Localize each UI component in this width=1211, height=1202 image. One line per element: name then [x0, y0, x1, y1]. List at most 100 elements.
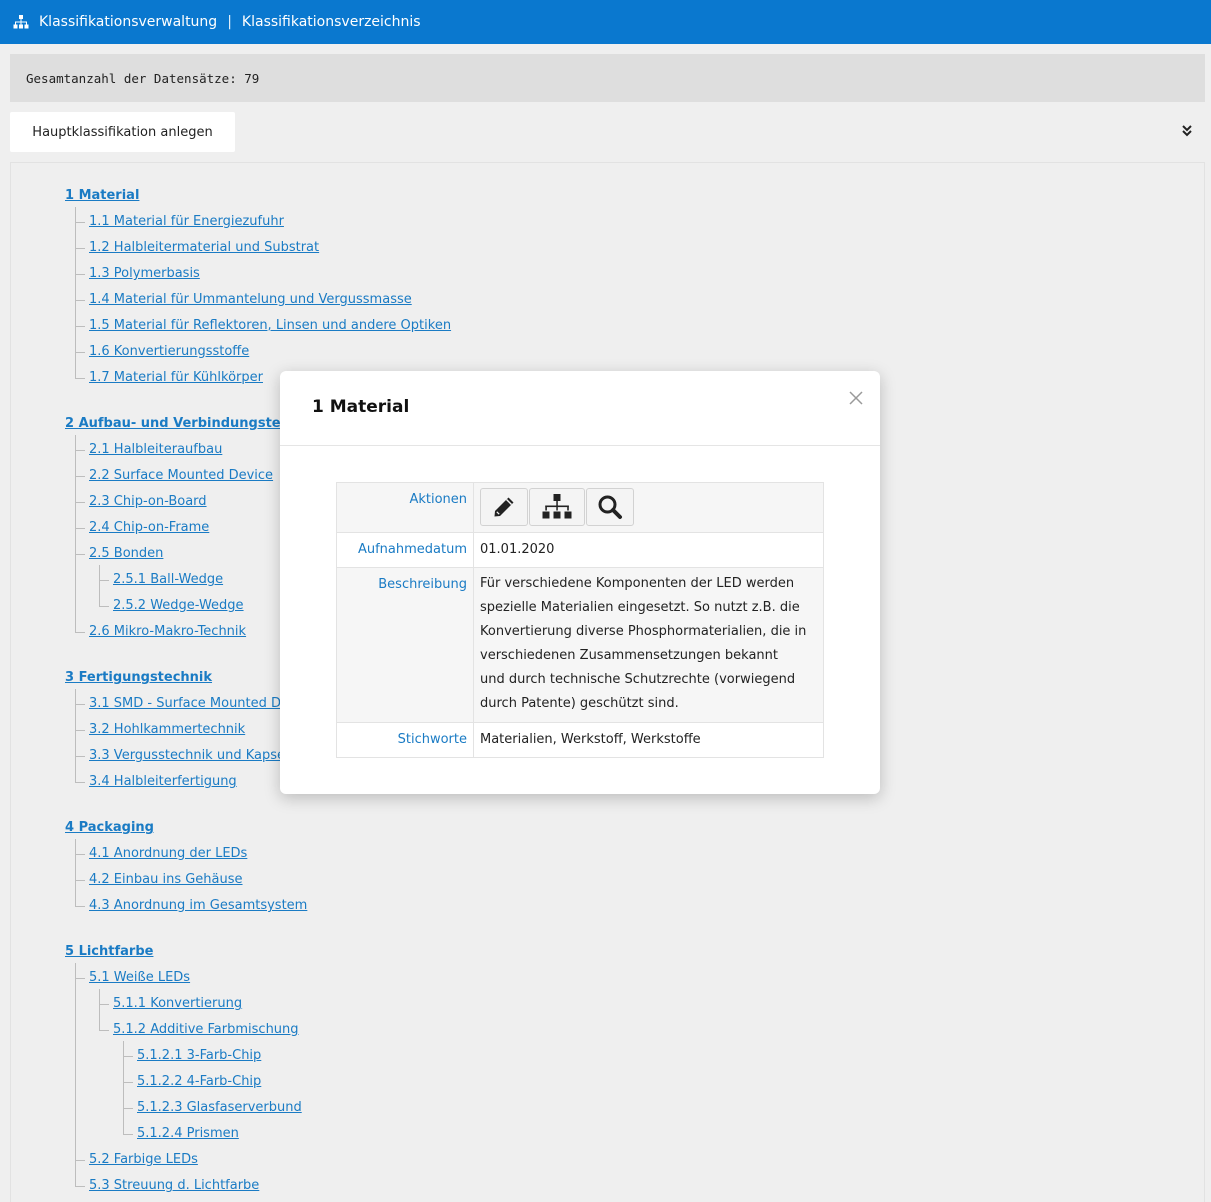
tree-item-5-1-1[interactable]: 5.1.1 Konvertierung: [113, 995, 242, 1013]
tree-connector: [75, 476, 85, 477]
description-line: durch Patente) geschützt sind.: [480, 696, 679, 711]
tree-connector: [75, 854, 85, 855]
tree-connector: [75, 756, 85, 757]
tree-item-5[interactable]: 5 Lichtfarbe: [65, 943, 153, 961]
total-records-bar: Gesamtanzahl der Datensätze: 79: [10, 54, 1205, 102]
detail-row-keywords: Stichworte Materialien, Werkstoff, Werks…: [336, 722, 824, 758]
description-line: Für verschiedene Komponenten der LED wer…: [480, 576, 795, 591]
tree-connector: [123, 1134, 133, 1135]
search-button[interactable]: [586, 488, 634, 526]
tree-item-3-1[interactable]: 3.1 SMD - Surface Mounted De: [89, 695, 289, 713]
tree-item-2[interactable]: 2 Aufbau- und Verbindungstech: [65, 415, 298, 433]
description-line: spezielle Materialien eingesetzt. So nut…: [480, 600, 800, 615]
tree-item-3[interactable]: 3 Fertigungstechnik: [65, 669, 212, 687]
classification-detail-modal: 1 Material Aktionen Aufnahmedatum 01.01.…: [280, 371, 880, 794]
tree-item-2-4[interactable]: 2.4 Chip-on-Frame: [89, 519, 209, 537]
tree-item-2-1[interactable]: 2.1 Halbleiteraufbau: [89, 441, 222, 459]
tree-connector: [75, 274, 85, 275]
tree-item-2-5-1[interactable]: 2.5.1 Ball-Wedge: [113, 571, 223, 589]
tree-connector: [75, 222, 85, 223]
tree-item-5-1-2-1[interactable]: 5.1.2.1 3-Farb-Chip: [137, 1047, 261, 1065]
tree-item-5-1-2-3[interactable]: 5.1.2.3 Glasfaserverbund: [137, 1099, 302, 1117]
breadcrumb-separator: |: [227, 14, 232, 30]
double-chevron-down-icon[interactable]: [1181, 124, 1193, 138]
tree-connector: [75, 1186, 85, 1187]
tree-item-5-1-2-2[interactable]: 5.1.2.2 4-Farb-Chip: [137, 1073, 261, 1091]
tree-connector: [75, 730, 85, 731]
tree-connector: [99, 606, 109, 607]
tree-connector: [75, 839, 76, 907]
tree-connector: [75, 528, 85, 529]
tree-item-4-2[interactable]: 4.2 Einbau ins Gehäuse: [89, 871, 243, 889]
tree-item-1-1[interactable]: 1.1 Material für Energiezufuhr: [89, 213, 284, 231]
tree-connector: [75, 963, 76, 1187]
keywords-value: Materialien, Werkstoff, Werkstoffe: [473, 722, 824, 758]
tree-item-3-4[interactable]: 3.4 Halbleiterfertigung: [89, 773, 237, 791]
keywords-label: Stichworte: [336, 722, 474, 758]
description-label: Beschreibung: [336, 567, 474, 723]
modal-divider: [280, 445, 880, 446]
tree-connector: [75, 1160, 85, 1161]
date-label: Aufnahmedatum: [336, 532, 474, 568]
tree-connector: [75, 300, 85, 301]
tree-item-3-3[interactable]: 3.3 Vergusstechnik und Kapse: [89, 747, 285, 765]
hierarchy-button[interactable]: [529, 488, 585, 526]
tree-connector: [75, 880, 85, 881]
create-main-classification-button[interactable]: Hauptklassifikation anlegen: [10, 112, 235, 152]
tree-item-2-5[interactable]: 2.5 Bonden: [89, 545, 163, 563]
tree-item-3-2[interactable]: 3.2 Hohlkammertechnik: [89, 721, 245, 739]
tree-connector: [75, 704, 85, 705]
tree-connector: [123, 1056, 133, 1057]
tree-connector: [75, 632, 85, 633]
actions-label: Aktionen: [336, 482, 474, 533]
tree-connector: [75, 352, 85, 353]
tree-connector: [99, 1004, 109, 1005]
detail-row-actions: Aktionen: [336, 482, 824, 533]
tree-connector: [75, 326, 85, 327]
description-line: verschiedenen Zusammensetzungen bekannt: [480, 648, 778, 663]
tree-connector: [99, 1030, 109, 1031]
tree-item-1-2[interactable]: 1.2 Halbleitermaterial und Substrat: [89, 239, 319, 257]
tree-connector: [75, 207, 76, 379]
tree-item-5-1-2-4[interactable]: 5.1.2.4 Prismen: [137, 1125, 239, 1143]
tree-item-1[interactable]: 1 Material: [65, 187, 139, 205]
tree-item-4-1[interactable]: 4.1 Anordnung der LEDs: [89, 845, 247, 863]
description-line: und durch technische Schutzrechte (vorwi…: [480, 672, 796, 687]
tree-item-4[interactable]: 4 Packaging: [65, 819, 154, 837]
tree-item-2-6[interactable]: 2.6 Mikro-Makro-Technik: [89, 623, 246, 641]
top-bar: Klassifikationsverwaltung | Klassifikati…: [0, 0, 1211, 44]
tree-item-1-7[interactable]: 1.7 Material für Kühlkörper: [89, 369, 263, 387]
tree-item-1-5[interactable]: 1.5 Material für Reflektoren, Linsen und…: [89, 317, 451, 335]
tree-connector: [99, 989, 100, 1031]
tree-item-2-2[interactable]: 2.2 Surface Mounted Device: [89, 467, 273, 485]
tree-connector: [75, 248, 85, 249]
tree-connector: [75, 450, 85, 451]
sitemap-icon: [13, 15, 29, 29]
modal-title: 1 Material: [312, 397, 410, 417]
date-value: 01.01.2020: [473, 532, 824, 568]
tree-connector: [123, 1082, 133, 1083]
breadcrumb-item-management[interactable]: Klassifikationsverwaltung: [39, 14, 217, 30]
tree-connector: [75, 502, 85, 503]
tree-connector: [99, 580, 109, 581]
tree-item-1-3[interactable]: 1.3 Polymerbasis: [89, 265, 200, 283]
tree-connector: [75, 435, 76, 633]
tree-connector: [75, 906, 85, 907]
close-icon[interactable]: [847, 389, 865, 407]
tree-item-1-4[interactable]: 1.4 Material für Ummantelung und Verguss…: [89, 291, 412, 309]
breadcrumb-item-directory[interactable]: Klassifikationsverzeichnis: [242, 14, 421, 30]
tree-connector: [75, 782, 85, 783]
tree-item-5-1-2[interactable]: 5.1.2 Additive Farbmischung: [113, 1021, 299, 1039]
detail-table: Aktionen Aufnahmedatum 01.01.2020 Beschr…: [336, 482, 824, 758]
total-records-text: Gesamtanzahl der Datensätze: 79: [26, 70, 260, 86]
tree-item-2-3[interactable]: 2.3 Chip-on-Board: [89, 493, 207, 511]
tree-item-5-2[interactable]: 5.2 Farbige LEDs: [89, 1151, 198, 1169]
tree-connector: [99, 565, 100, 607]
tree-item-5-3[interactable]: 5.3 Streuung d. Lichtfarbe: [89, 1177, 259, 1195]
tree-item-5-1[interactable]: 5.1 Weiße LEDs: [89, 969, 190, 987]
tree-item-1-6[interactable]: 1.6 Konvertierungsstoffe: [89, 343, 249, 361]
tree-item-2-5-2[interactable]: 2.5.2 Wedge-Wedge: [113, 597, 244, 615]
tree-item-4-3[interactable]: 4.3 Anordnung im Gesamtsystem: [89, 897, 307, 915]
tree-connector: [75, 978, 85, 979]
edit-button[interactable]: [480, 488, 528, 526]
